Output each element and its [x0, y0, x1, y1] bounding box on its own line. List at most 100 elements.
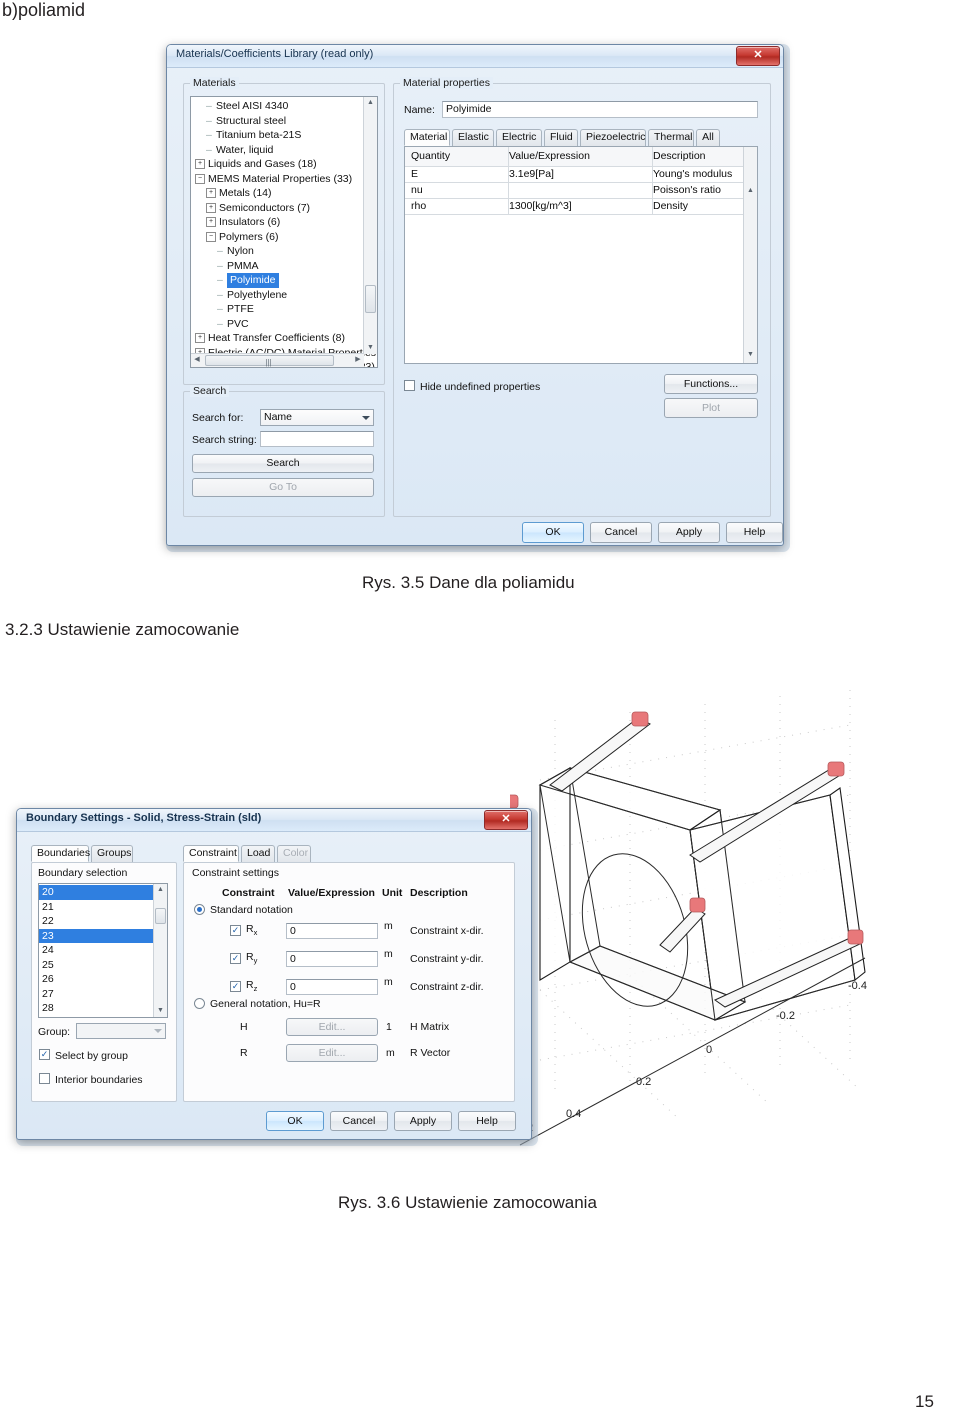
tab-groups[interactable]: Groups — [91, 845, 133, 862]
general-notation-radio[interactable] — [194, 998, 205, 1009]
vscroll-thumb[interactable] — [155, 908, 166, 924]
ok-button[interactable]: OK — [522, 522, 584, 543]
tab-material[interactable]: Material — [404, 129, 450, 146]
materials-tree-item[interactable]: – Titanium beta-21S — [193, 128, 361, 143]
tab-thermal[interactable]: Thermal — [648, 129, 694, 146]
boundary-list-item[interactable]: 28 — [39, 1001, 153, 1016]
materials-tree-item[interactable]: – Polyimide — [193, 273, 361, 288]
tab-elastic[interactable]: Elastic — [452, 129, 494, 146]
tab-load[interactable]: Load — [241, 845, 275, 862]
apply-button[interactable]: Apply — [658, 522, 720, 543]
properties-table-vscrollbar[interactable]: ▲ ▼ — [743, 147, 757, 363]
boundary-list-item[interactable]: 23 — [39, 928, 153, 943]
expand-icon[interactable]: + — [195, 159, 205, 170]
model-3d-view[interactable]: -0.4 -0.2 0 0.2 0.4 0.2 — [503, 690, 960, 1160]
material-properties-tabs[interactable]: Material Elastic Electric Fluid Piezoelectri… — [404, 129, 760, 146]
search-string-input[interactable] — [260, 431, 374, 447]
scroll-down-icon[interactable]: ▼ — [364, 342, 377, 354]
scroll-down-icon[interactable]: ▼ — [154, 1005, 167, 1017]
help-button[interactable]: Help — [726, 522, 783, 543]
scroll-up-icon[interactable]: ▲ — [744, 185, 757, 197]
collapse-icon[interactable]: − — [206, 231, 216, 242]
boundary-list-item[interactable]: 24 — [39, 943, 153, 958]
vscroll-thumb[interactable] — [365, 285, 376, 313]
collapse-icon[interactable]: − — [195, 173, 205, 184]
constraint-checkbox-z[interactable]: ✓ — [230, 981, 241, 992]
interior-boundaries-checkbox[interactable] — [39, 1073, 50, 1084]
materials-tree-item[interactable]: – Structural steel — [193, 114, 361, 129]
boundary-settings-titlebar[interactable]: Boundary Settings - Solid, Stress-Strain… — [17, 809, 531, 832]
materials-tree-item[interactable]: − MEMS Material Properties (33) — [193, 172, 361, 187]
tab-piezoelectric[interactable]: Piezoelectric — [580, 129, 646, 146]
table-row[interactable]: rho 1300[kg/m^3] Density — [405, 199, 743, 215]
materials-tree-vscrollbar[interactable]: ▲ ▼ — [363, 97, 377, 354]
boundary-list-item[interactable]: 26 — [39, 972, 153, 987]
table-row[interactable]: E 3.1e9[Pa] Young's modulus — [405, 167, 743, 183]
scroll-up-icon[interactable]: ▲ — [364, 97, 377, 109]
apply-button[interactable]: Apply — [394, 1111, 452, 1131]
tab-all[interactable]: All — [696, 129, 720, 146]
cancel-button[interactable]: Cancel — [330, 1111, 388, 1131]
functions-button[interactable]: Functions... — [664, 374, 758, 394]
materials-tree-item[interactable]: + Heat Transfer Coefficients (8) — [193, 331, 361, 346]
materials-tree-item[interactable]: – PVC — [193, 317, 361, 332]
help-button[interactable]: Help — [458, 1111, 516, 1131]
materials-library-titlebar[interactable]: Materials/Coefficients Library (read onl… — [167, 45, 783, 68]
materials-tree-item[interactable]: − Polymers (6) — [193, 230, 361, 245]
constraint-checkbox-y[interactable]: ✓ — [230, 953, 241, 964]
ok-button[interactable]: OK — [266, 1111, 324, 1131]
select-by-group-checkbox[interactable]: ✓ — [39, 1049, 50, 1060]
expand-icon[interactable]: + — [195, 333, 205, 344]
boundary-list-item[interactable]: 20 — [39, 885, 153, 900]
materials-tree-item[interactable]: + Semiconductors (7) — [193, 201, 361, 216]
materials-tree-item[interactable]: – PMMA — [193, 259, 361, 274]
boundary-list-item[interactable]: 27 — [39, 987, 153, 1002]
scroll-right-icon[interactable]: ▶ — [352, 354, 364, 366]
scroll-up-icon[interactable]: ▲ — [154, 884, 167, 896]
materials-tree-item[interactable]: + Insulators (6) — [193, 215, 361, 230]
materials-tree-item[interactable]: – Water, liquid — [193, 143, 361, 158]
material-properties-table[interactable]: Quantity Value/Expression Description E 3.1e… — [404, 146, 758, 364]
close-icon[interactable]: ✕ — [484, 810, 528, 830]
boundary-list-vscrollbar[interactable]: ▲ ▼ — [153, 884, 167, 1017]
plot-button[interactable]: Plot — [664, 398, 758, 418]
constraint-value-input-x[interactable]: 0 — [286, 923, 378, 939]
expand-icon[interactable]: + — [206, 202, 216, 213]
scroll-left-icon[interactable]: ◀ — [191, 354, 203, 366]
materials-tree-item[interactable]: + Liquids and Gases (18) — [193, 157, 361, 172]
constraint-checkbox-x[interactable]: ✓ — [230, 925, 241, 936]
expand-icon[interactable]: + — [206, 188, 216, 199]
constraint-value-input-z[interactable]: 0 — [286, 979, 378, 995]
edit-button-H[interactable]: Edit... — [286, 1018, 378, 1036]
standard-notation-radio[interactable] — [194, 904, 205, 915]
tab-constraint[interactable]: Constraint — [183, 845, 239, 862]
boundary-left-tabs[interactable]: Boundaries Groups — [31, 845, 171, 862]
hscroll-thumb[interactable]: ||| — [205, 355, 334, 367]
boundary-list-item[interactable]: 21 — [39, 900, 153, 915]
materials-tree-item[interactable]: – Steel AISI 4340 — [193, 99, 361, 114]
table-row[interactable]: nu Poisson's ratio — [405, 183, 743, 199]
materials-tree-item[interactable]: – Nylon — [193, 244, 361, 259]
material-name-input[interactable]: Polyimide — [442, 101, 758, 118]
materials-tree-hscrollbar[interactable]: ◀ ||| ▶ — [191, 353, 364, 367]
tab-fluid[interactable]: Fluid — [544, 129, 578, 146]
materials-tree[interactable]: – Steel AISI 4340– Structural steel – Titani… — [190, 96, 378, 368]
materials-tree-item[interactable]: – Polyethylene — [193, 288, 361, 303]
materials-tree-item[interactable]: + Metals (14) — [193, 186, 361, 201]
search-button[interactable]: Search — [192, 454, 374, 473]
boundary-right-tabs[interactable]: Constraint Load Color — [183, 845, 383, 862]
boundary-list-item[interactable]: 22 — [39, 914, 153, 929]
group-select[interactable] — [76, 1023, 166, 1039]
scroll-down-icon[interactable]: ▼ — [744, 349, 757, 361]
tab-electric[interactable]: Electric — [496, 129, 542, 146]
go-to-button[interactable]: Go To — [192, 478, 374, 497]
search-for-select[interactable]: Name — [260, 409, 374, 426]
tab-boundaries[interactable]: Boundaries — [31, 845, 90, 862]
materials-tree-item[interactable]: – PTFE — [193, 302, 361, 317]
cancel-button[interactable]: Cancel — [590, 522, 652, 543]
close-icon[interactable]: ✕ — [736, 46, 780, 66]
boundary-list-item[interactable]: 25 — [39, 958, 153, 973]
edit-button-R[interactable]: Edit... — [286, 1044, 378, 1062]
boundary-selection-list[interactable]: 20 21 22 23 24 25 26 27 28 ▲ ▼ — [38, 883, 168, 1018]
expand-icon[interactable]: + — [206, 217, 216, 228]
